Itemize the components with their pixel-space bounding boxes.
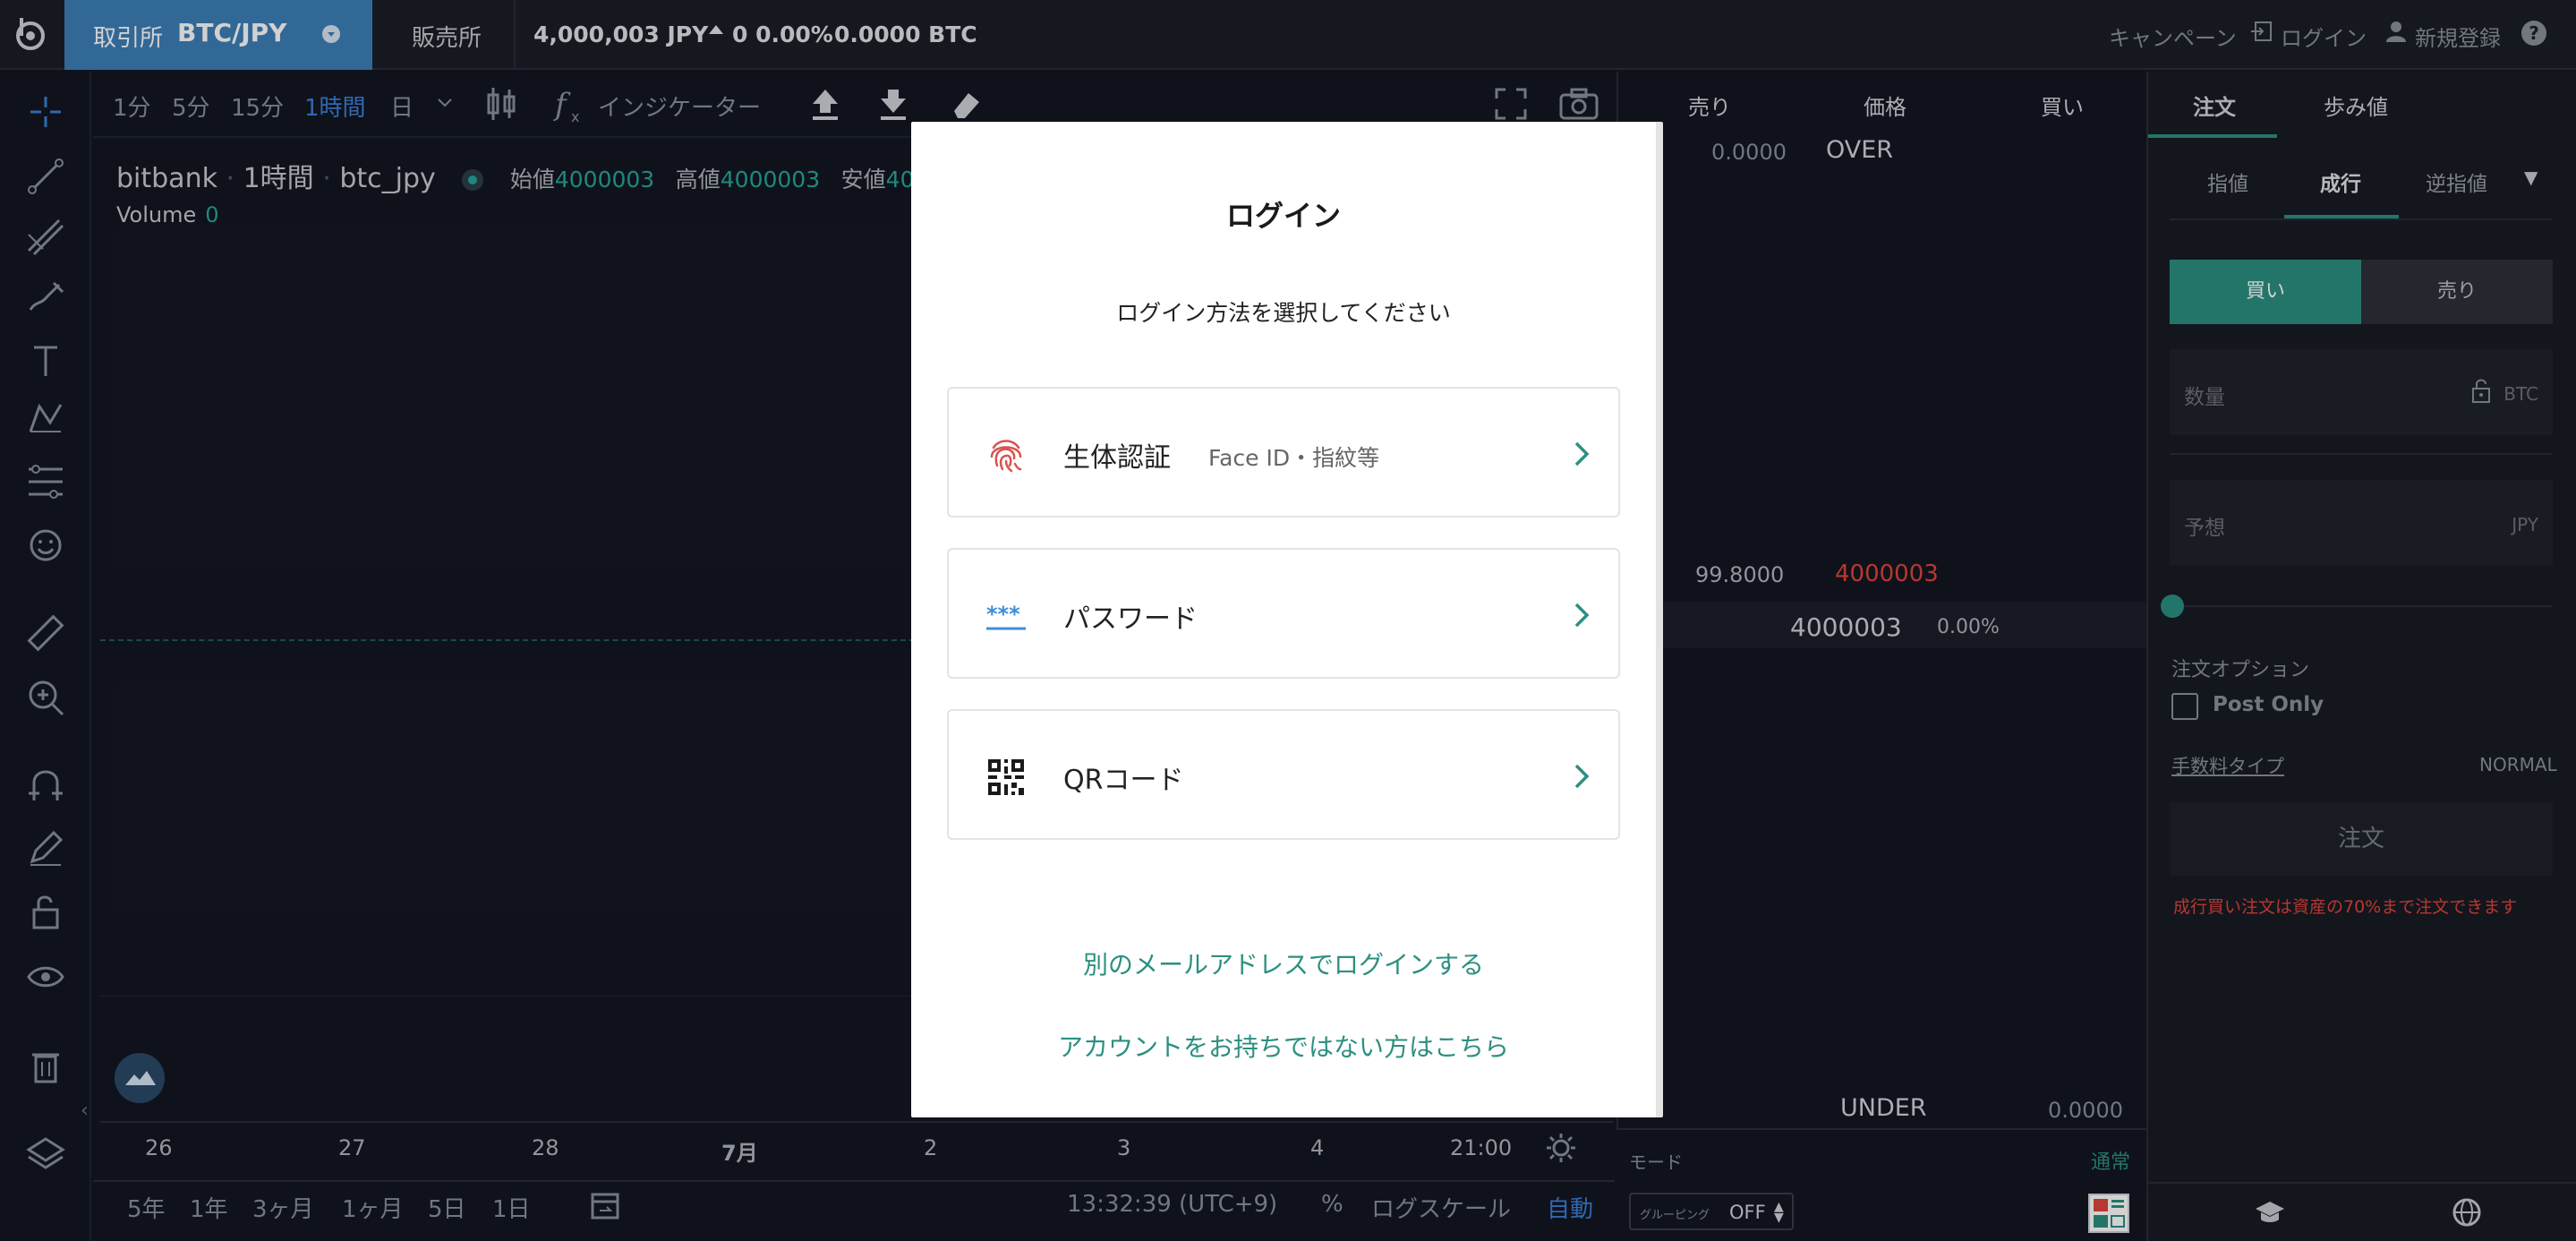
fingerprint-icon bbox=[990, 440, 1022, 473]
svg-text:***: *** bbox=[986, 602, 1020, 627]
chevron-right-icon bbox=[1574, 441, 1590, 466]
option-name: 生体認証 bbox=[1063, 442, 1171, 474]
option-name: QRコード bbox=[1063, 765, 1184, 796]
option-description: Face ID・指紋等 bbox=[1208, 445, 1380, 471]
qr-login-option[interactable]: QRコード bbox=[947, 709, 1620, 840]
option-name: パスワード bbox=[1063, 603, 1198, 635]
password-login-option[interactable]: *** パスワード bbox=[947, 548, 1620, 679]
other-email-login-link[interactable]: 別のメールアドレスでログインする bbox=[911, 946, 1656, 981]
login-modal: ログイン ログイン方法を選択してください 生体認証 Face ID・指紋等 **… bbox=[911, 122, 1663, 1117]
qr-code-icon bbox=[988, 759, 1024, 795]
no-account-link[interactable]: アカウントをお持ちではない方はこちら bbox=[911, 1028, 1656, 1064]
modal-title: ログイン bbox=[1225, 199, 1341, 233]
chevron-right-icon bbox=[1574, 603, 1590, 628]
modal-subtitle: ログイン方法を選択してください bbox=[1116, 300, 1451, 326]
biometric-login-option[interactable]: 生体認証 Face ID・指紋等 bbox=[947, 387, 1620, 518]
password-icon: *** bbox=[986, 602, 1026, 630]
chevron-right-icon bbox=[1574, 764, 1590, 789]
